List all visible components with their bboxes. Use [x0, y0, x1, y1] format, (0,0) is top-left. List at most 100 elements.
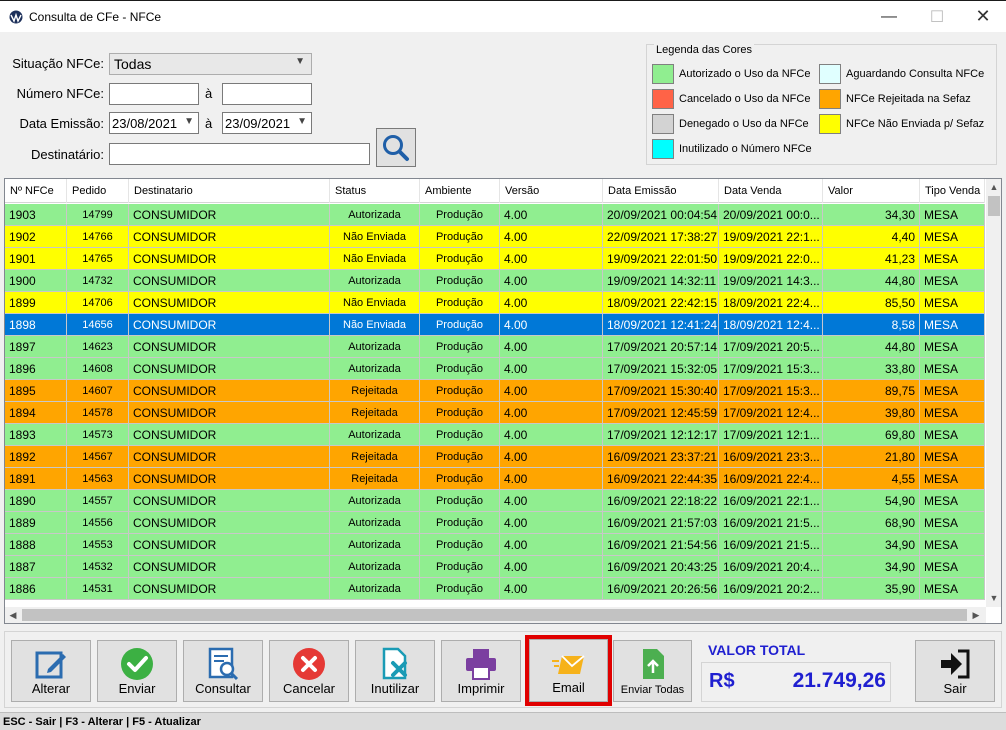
- imprimir-button[interactable]: Imprimir: [441, 640, 521, 702]
- tipo-venda-cell: MESA: [920, 578, 985, 600]
- enviar-todas-button[interactable]: Enviar Todas: [613, 640, 692, 702]
- pedido-cell: 14607: [67, 380, 129, 402]
- table-row[interactable]: 1893 14573 CONSUMIDOR Autorizada Produção 4.0…: [5, 424, 985, 446]
- versao-cell: 4.00: [500, 380, 603, 402]
- table-row[interactable]: 1903 14799 CONSUMIDOR Autorizada Produção 4.0…: [5, 204, 985, 226]
- numero-to-input[interactable]: [222, 83, 312, 105]
- table-row[interactable]: 1902 14766 CONSUMIDOR Não Enviada Produção 4.…: [5, 226, 985, 248]
- cancelar-button[interactable]: Cancelar: [269, 640, 349, 702]
- tipo-venda-cell: MESA: [920, 248, 985, 270]
- destinatario-input[interactable]: [109, 143, 370, 165]
- data-from-picker[interactable]: 23/08/2021 ▼: [109, 112, 199, 134]
- minimize-button[interactable]: —: [866, 1, 912, 32]
- table-row[interactable]: 1892 14567 CONSUMIDOR Rejeitada Produção 4.00…: [5, 446, 985, 468]
- status-cell: Não Enviada: [330, 314, 420, 336]
- column-header[interactable]: Nº NFCe: [5, 179, 67, 203]
- search-icon: [383, 134, 409, 161]
- imprimir-label: Imprimir: [457, 681, 505, 696]
- tipo-venda-cell: MESA: [920, 314, 985, 336]
- horizontal-scrollbar[interactable]: ◀ ▶: [5, 607, 986, 623]
- consultar-button[interactable]: Consultar: [183, 640, 263, 702]
- sair-label: Sair: [943, 681, 967, 696]
- inutilizar-button[interactable]: Inutilizar: [355, 640, 435, 702]
- ambiente-cell: Produção: [420, 248, 500, 270]
- valor-cell: 69,80: [823, 424, 920, 446]
- vertical-scrollbar[interactable]: ▲ ▼: [986, 179, 1001, 607]
- data-venda-cell: 16/09/2021 23:3...: [719, 446, 823, 468]
- close-button[interactable]: ✕: [960, 1, 1006, 32]
- email-highlight-frame: [525, 635, 612, 706]
- data-to-picker[interactable]: 23/09/2021 ▼: [222, 112, 312, 134]
- data-venda-cell: 17/09/2021 15:3...: [719, 358, 823, 380]
- legend-item: Cancelado o Uso da NFCe: [652, 89, 810, 109]
- scroll-thumb[interactable]: [988, 196, 1000, 216]
- table-row[interactable]: 1896 14608 CONSUMIDOR Autorizada Produção 4.0…: [5, 358, 985, 380]
- data-emissao-cell: 17/09/2021 15:32:05: [603, 358, 719, 380]
- scroll-thumb[interactable]: [22, 609, 967, 621]
- table-row[interactable]: 1898 14656 CONSUMIDOR Não Enviada Produção 4.…: [5, 314, 985, 336]
- table-row[interactable]: 1890 14557 CONSUMIDOR Autorizada Produção 4.0…: [5, 490, 985, 512]
- pedido-cell: 14706: [67, 292, 129, 314]
- table-row[interactable]: 1899 14706 CONSUMIDOR Não Enviada Produção 4.…: [5, 292, 985, 314]
- scroll-up-icon[interactable]: ▲: [986, 179, 1001, 195]
- versao-cell: 4.00: [500, 534, 603, 556]
- column-header[interactable]: Versão: [500, 179, 603, 203]
- table-row[interactable]: 1887 14532 CONSUMIDOR Autorizada Produção 4.0…: [5, 556, 985, 578]
- column-header[interactable]: Status: [330, 179, 420, 203]
- column-header[interactable]: Pedido: [67, 179, 129, 203]
- valor-cell: 21,80: [823, 446, 920, 468]
- destinatario-cell: CONSUMIDOR: [129, 248, 330, 270]
- sair-button[interactable]: Sair: [915, 640, 995, 702]
- destinatario-cell: CONSUMIDOR: [129, 556, 330, 578]
- scroll-right-icon[interactable]: ▶: [968, 607, 984, 623]
- table-row[interactable]: 1901 14765 CONSUMIDOR Não Enviada Produção 4.…: [5, 248, 985, 270]
- data-venda-cell: 19/09/2021 22:0...: [719, 248, 823, 270]
- search-button[interactable]: [376, 128, 416, 167]
- destinatario-cell: CONSUMIDOR: [129, 402, 330, 424]
- total-title: VALOR TOTAL: [708, 642, 806, 658]
- ambiente-cell: Produção: [420, 468, 500, 490]
- table-row[interactable]: 1894 14578 CONSUMIDOR Rejeitada Produção 4.00…: [5, 402, 985, 424]
- data-emissao-cell: 18/09/2021 22:42:15: [603, 292, 719, 314]
- table-row[interactable]: 1891 14563 CONSUMIDOR Rejeitada Produção 4.00…: [5, 468, 985, 490]
- numero-range-sep: à: [205, 86, 213, 101]
- ambiente-cell: Produção: [420, 204, 500, 226]
- column-header[interactable]: Data Emissão: [603, 179, 719, 203]
- versao-cell: 4.00: [500, 226, 603, 248]
- legend-label: Inutilizado o Número NFCe: [679, 143, 812, 155]
- valor-cell: 44,80: [823, 270, 920, 292]
- pedido-cell: 14563: [67, 468, 129, 490]
- destinatario-cell: CONSUMIDOR: [129, 204, 330, 226]
- table-row[interactable]: 1886 14531 CONSUMIDOR Autorizada Produção 4.0…: [5, 578, 985, 600]
- column-header[interactable]: Data Venda: [719, 179, 823, 203]
- data-venda-cell: 18/09/2021 12:4...: [719, 314, 823, 336]
- table-row[interactable]: 1895 14607 CONSUMIDOR Rejeitada Produção 4.00…: [5, 380, 985, 402]
- nfce-cell: 1896: [5, 358, 67, 380]
- enviar-button[interactable]: Enviar: [97, 640, 177, 702]
- data-venda-cell: 16/09/2021 22:4...: [719, 468, 823, 490]
- table-row[interactable]: 1888 14553 CONSUMIDOR Autorizada Produção 4.0…: [5, 534, 985, 556]
- versao-cell: 4.00: [500, 512, 603, 534]
- title-bar: Consulta de CFe - NFCe — ☐ ✕: [0, 0, 1006, 32]
- situacao-select[interactable]: Todas ▼: [109, 53, 312, 75]
- column-header[interactable]: Tipo Venda: [920, 179, 985, 203]
- tipo-venda-cell: MESA: [920, 380, 985, 402]
- scroll-left-icon[interactable]: ◀: [5, 607, 21, 623]
- table-row[interactable]: 1889 14556 CONSUMIDOR Autorizada Produção 4.0…: [5, 512, 985, 534]
- legend-item: Aguardando Consulta NFCe: [819, 64, 984, 84]
- scroll-down-icon[interactable]: ▼: [986, 590, 1001, 606]
- column-header[interactable]: Valor: [823, 179, 920, 203]
- destinatario-label: Destinatário:: [31, 147, 104, 162]
- data-venda-cell: 18/09/2021 22:4...: [719, 292, 823, 314]
- maximize-button[interactable]: ☐: [914, 1, 960, 32]
- table-row[interactable]: 1900 14732 CONSUMIDOR Autorizada Produção 4.0…: [5, 270, 985, 292]
- legend-swatch: [652, 64, 674, 84]
- alterar-button[interactable]: Alterar: [11, 640, 91, 702]
- table-row[interactable]: 1897 14623 CONSUMIDOR Autorizada Produção 4.0…: [5, 336, 985, 358]
- numero-from-input[interactable]: [109, 83, 199, 105]
- column-header[interactable]: Destinatario: [129, 179, 330, 203]
- data-to-value: 23/09/2021: [225, 116, 291, 131]
- enviar-label: Enviar: [118, 681, 156, 696]
- column-header[interactable]: Ambiente: [420, 179, 500, 203]
- legend-item: Autorizado o Uso da NFCe: [652, 64, 810, 84]
